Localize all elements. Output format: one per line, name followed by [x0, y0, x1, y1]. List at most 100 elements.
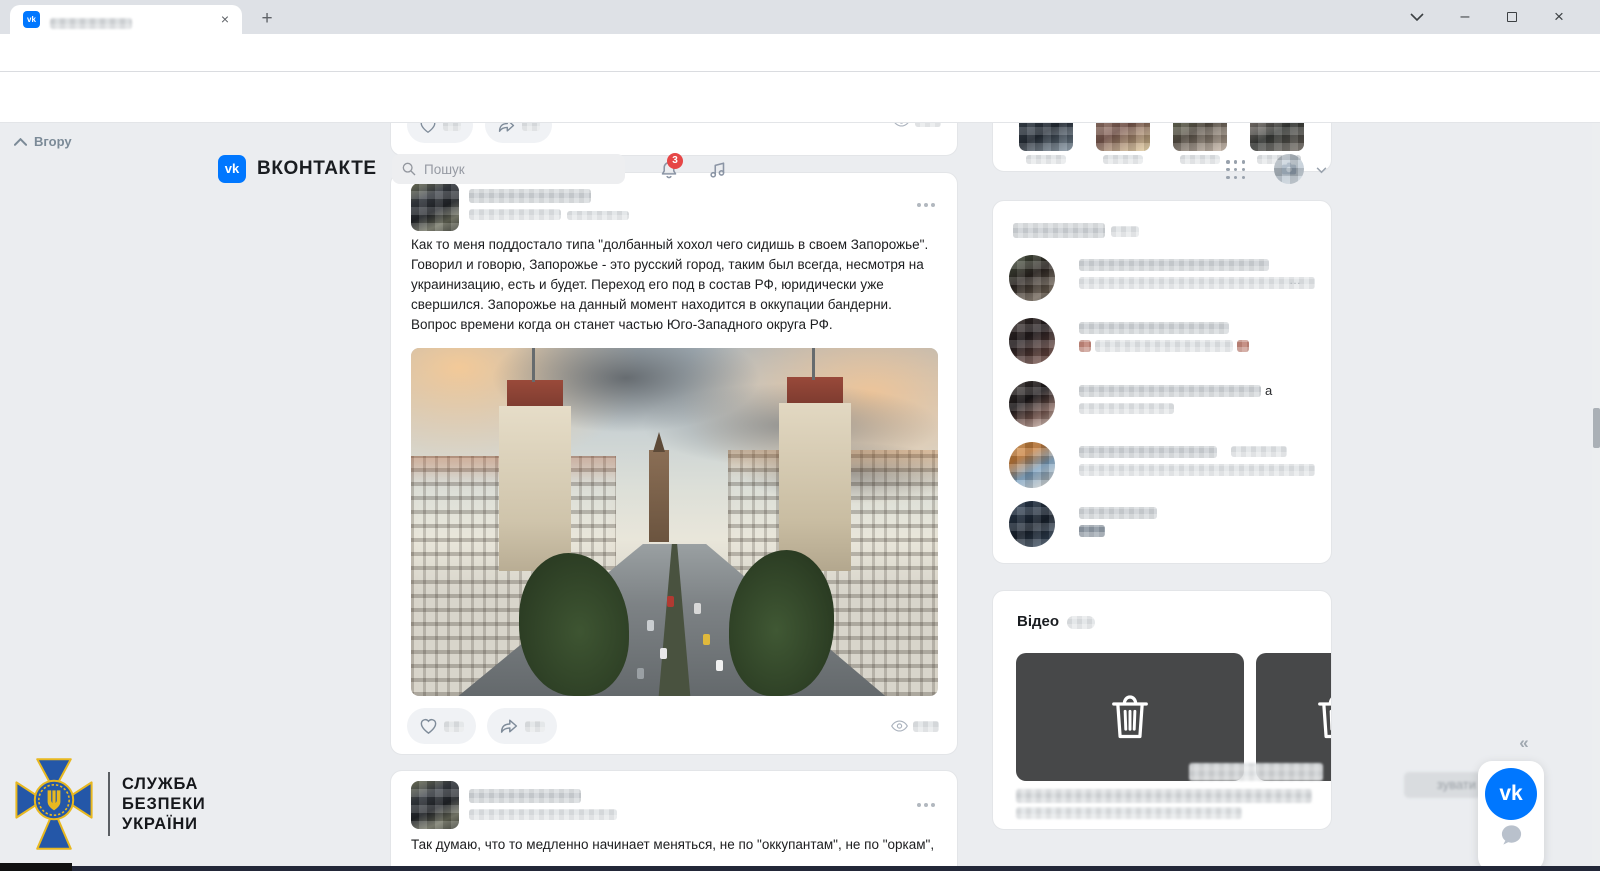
blurred-friend-name	[1103, 155, 1143, 164]
scrollbar-thumb[interactable]	[1593, 408, 1600, 448]
blurred-list-text	[1079, 322, 1229, 334]
blurred-list-text	[1231, 446, 1287, 457]
views-counter	[891, 720, 939, 732]
blurred-video-caption	[1016, 789, 1312, 803]
back-to-top-label: Вгору	[34, 134, 72, 149]
blurred-list-text	[1079, 525, 1105, 537]
window-maximize-button[interactable]	[1491, 0, 1533, 34]
profile-avatar[interactable]	[1274, 154, 1304, 184]
vk-messenger-button[interactable]: vk	[1485, 768, 1537, 820]
blurred-tab-title	[50, 18, 132, 29]
blurred-friend-name	[1026, 155, 1066, 164]
videos-title[interactable]: Відео	[1017, 613, 1059, 630]
screen: vk × + – × vk.com/	[0, 0, 1600, 871]
deleted-video-thumb[interactable]	[1016, 653, 1244, 781]
chat-bubble-icon[interactable]	[1499, 823, 1524, 847]
blurred-list-text	[1079, 385, 1261, 397]
feed-post-next: Так думаю, что то медленно начинает меня…	[390, 770, 958, 871]
maximize-icon	[1507, 12, 1517, 22]
blurred-post-time	[469, 209, 561, 220]
window-menu-chevron-icon[interactable]	[1396, 0, 1438, 34]
list-avatar[interactable]	[1009, 318, 1055, 364]
photo-tower-left	[499, 406, 571, 571]
blurred-author-name	[469, 189, 591, 203]
blurred-list-text	[1079, 403, 1174, 414]
blurred-post-time	[469, 809, 617, 820]
new-tab-button[interactable]: +	[254, 6, 280, 32]
list-avatar[interactable]	[1009, 381, 1055, 427]
list-avatar[interactable]	[1009, 255, 1055, 301]
post-photo[interactable]	[411, 348, 938, 696]
vk-header: vk ВКОНТАКТЕ 3	[0, 72, 1600, 122]
share-arrow-icon	[499, 717, 519, 735]
browser-tab[interactable]: vk ×	[10, 5, 242, 34]
collapse-chevrons[interactable]: «	[1510, 733, 1538, 753]
search-input[interactable]	[424, 154, 614, 184]
blurred-author-name	[469, 789, 581, 803]
share-button[interactable]	[487, 708, 557, 744]
scrollbar-track[interactable]	[1592, 122, 1600, 871]
blurred-list-text	[1095, 340, 1233, 352]
window-minimize-button[interactable]: –	[1444, 0, 1486, 34]
blurred-emoji	[1079, 340, 1091, 352]
trash-icon	[1107, 691, 1153, 743]
blurred-video-caption	[1016, 807, 1242, 819]
sidebar-videos-widget: Відео	[992, 590, 1332, 830]
post-text: Так думаю, что то медленно начинает меня…	[411, 835, 951, 855]
notification-badge: 3	[667, 153, 683, 169]
vk-logo[interactable]: vk	[218, 155, 246, 183]
blurred-list-text	[1079, 277, 1315, 289]
like-button[interactable]	[407, 708, 476, 744]
blurred-videos-count	[1067, 616, 1095, 629]
browser-toolbar: vk.com/ ☆	[0, 34, 1600, 72]
blurred-like-count	[444, 721, 464, 732]
sbu-emblem-icon	[14, 755, 94, 853]
post-author-avatar[interactable]	[411, 781, 459, 829]
chevron-up-icon	[14, 138, 27, 146]
tab-close-icon[interactable]: ×	[216, 10, 234, 28]
list-avatar[interactable]	[1009, 501, 1055, 547]
window-close-button[interactable]: ×	[1538, 0, 1580, 34]
watermark-line: БЕЗПЕКИ	[122, 794, 206, 814]
photo-clock-tower	[649, 450, 669, 542]
post-menu-button[interactable]	[917, 803, 935, 807]
list-avatar[interactable]	[1009, 442, 1055, 488]
post-menu-button[interactable]	[917, 203, 935, 207]
vk-brand-title[interactable]: ВКОНТАКТЕ	[257, 158, 377, 180]
blurred-widget-title	[1013, 223, 1105, 238]
blurred-list-text	[1079, 507, 1157, 519]
watermark-line: СЛУЖБА	[122, 774, 206, 794]
sbu-watermark: СЛУЖБА БЕЗПЕКИ УКРАЇНИ	[14, 755, 206, 853]
post-author-avatar[interactable]	[411, 183, 459, 231]
ellipsis-text: …	[1289, 273, 1301, 287]
photo-tower-right	[779, 403, 851, 571]
blurred-friend-name	[1180, 155, 1220, 164]
blurred-list-text	[1079, 464, 1315, 476]
taskbar-edge-left	[0, 863, 72, 871]
blurred-share-count	[525, 721, 545, 732]
eye-icon	[891, 720, 908, 732]
visible-name-char: а	[1265, 383, 1272, 398]
search-box[interactable]	[392, 154, 625, 184]
blurred-post-meta	[567, 211, 629, 220]
watermark-line: УКРАЇНИ	[122, 814, 206, 834]
blurred-emoji	[1237, 340, 1249, 352]
camera-icon	[1281, 162, 1297, 175]
trash-icon	[1313, 691, 1332, 743]
feed-post-main: Как то меня поддостало типа "долбанный х…	[390, 172, 958, 755]
apps-grid-icon[interactable]	[1226, 160, 1246, 180]
profile-menu-chevron-icon[interactable]	[1308, 157, 1334, 183]
deleted-video-thumb[interactable]	[1256, 653, 1332, 781]
taskbar-edge	[72, 866, 1600, 871]
watermark-divider	[108, 772, 110, 836]
blurred-widget-count	[1111, 226, 1139, 237]
blurred-view-count	[913, 721, 939, 732]
blurred-list-text	[1079, 259, 1269, 271]
sidebar-list-widget: … а	[992, 200, 1332, 564]
blurred-list-text	[1079, 446, 1217, 458]
search-icon	[401, 161, 417, 177]
music-icon[interactable]	[705, 157, 731, 183]
back-to-top-link[interactable]: Вгору	[14, 134, 72, 149]
browser-tab-bar: vk × + – ×	[0, 0, 1600, 34]
messenger-panel: vk	[1478, 761, 1544, 871]
